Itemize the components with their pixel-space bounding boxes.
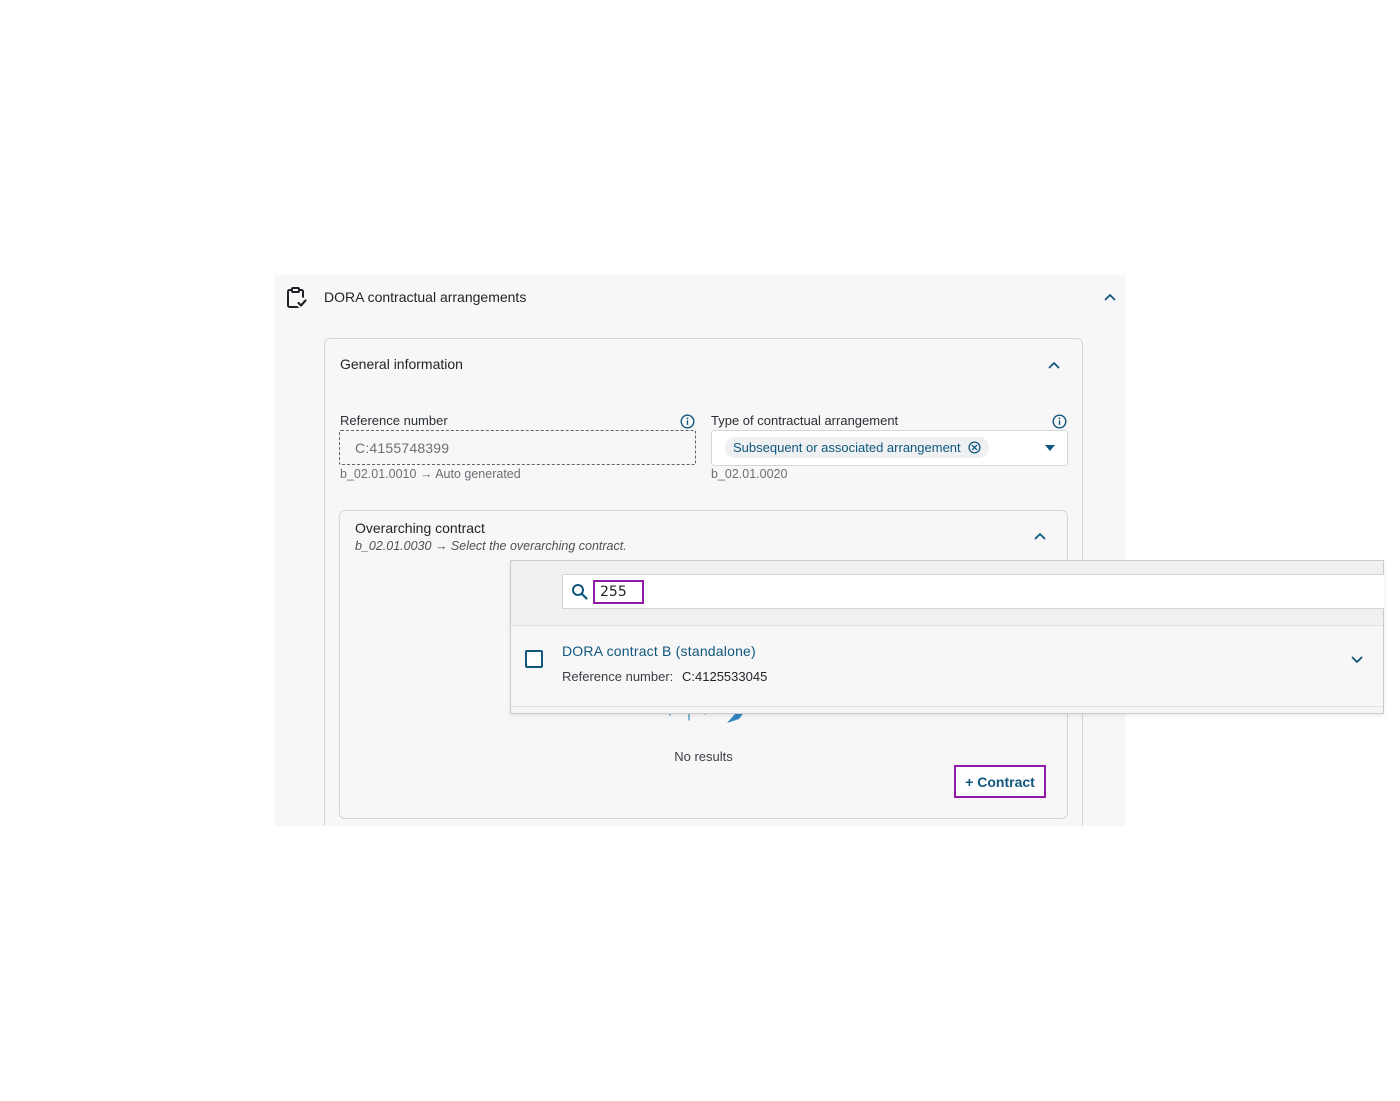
dropdown-caret-icon[interactable] [1045,445,1055,451]
info-icon[interactable] [680,414,695,429]
selected-chip-label: Subsequent or associated arrangement [733,440,961,455]
no-results-text: No results [674,749,733,764]
contract-type-label: Type of contractual arrangement [711,413,899,428]
dora-contractual-arrangements-panel: DORA contractual arrangements General in… [275,275,1125,826]
search-icon [571,583,589,601]
chevron-up-icon[interactable] [1103,290,1117,304]
panel-header[interactable]: DORA contractual arrangements [275,275,1125,319]
search-box[interactable] [562,574,1384,609]
remove-circle-icon[interactable] [968,441,981,454]
reference-number-field: C:4155748399 [339,430,696,465]
clipboard-check-icon [286,286,308,310]
overarching-contract-hint: b_02.01.0030 → Select the overarching co… [355,539,627,553]
search-input[interactable] [593,580,644,604]
chevron-down-icon[interactable] [1350,653,1364,667]
add-contract-button[interactable]: + Contract [954,765,1046,798]
panel-title: DORA contractual arrangements [324,289,527,305]
result-item[interactable]: DORA contract B (standalone) Reference n… [511,626,1383,707]
result-reference-label: Reference number: [562,669,674,684]
contract-type-select[interactable]: Subsequent or associated arrangement [711,430,1068,466]
info-icon[interactable] [1052,414,1067,429]
result-checkbox[interactable] [525,650,543,668]
result-title[interactable]: DORA contract B (standalone) [562,643,756,659]
search-area [511,561,1384,626]
contract-type-hint: b_02.01.0020 [711,467,788,481]
reference-number-value: C:4155748399 [355,440,450,456]
selected-chip: Subsequent or associated arrangement [725,437,989,458]
reference-number-label: Reference number [340,413,448,428]
contract-search-dropdown: DORA contract B (standalone) Reference n… [510,560,1384,714]
chevron-up-icon[interactable] [1033,529,1047,543]
general-information-title: General information [340,356,463,372]
overarching-contract-title: Overarching contract [355,520,485,536]
chevron-up-icon[interactable] [1047,358,1061,372]
reference-number-hint: b_02.01.0010 → Auto generated [340,467,521,481]
result-reference-value: C:4125533045 [682,669,768,684]
